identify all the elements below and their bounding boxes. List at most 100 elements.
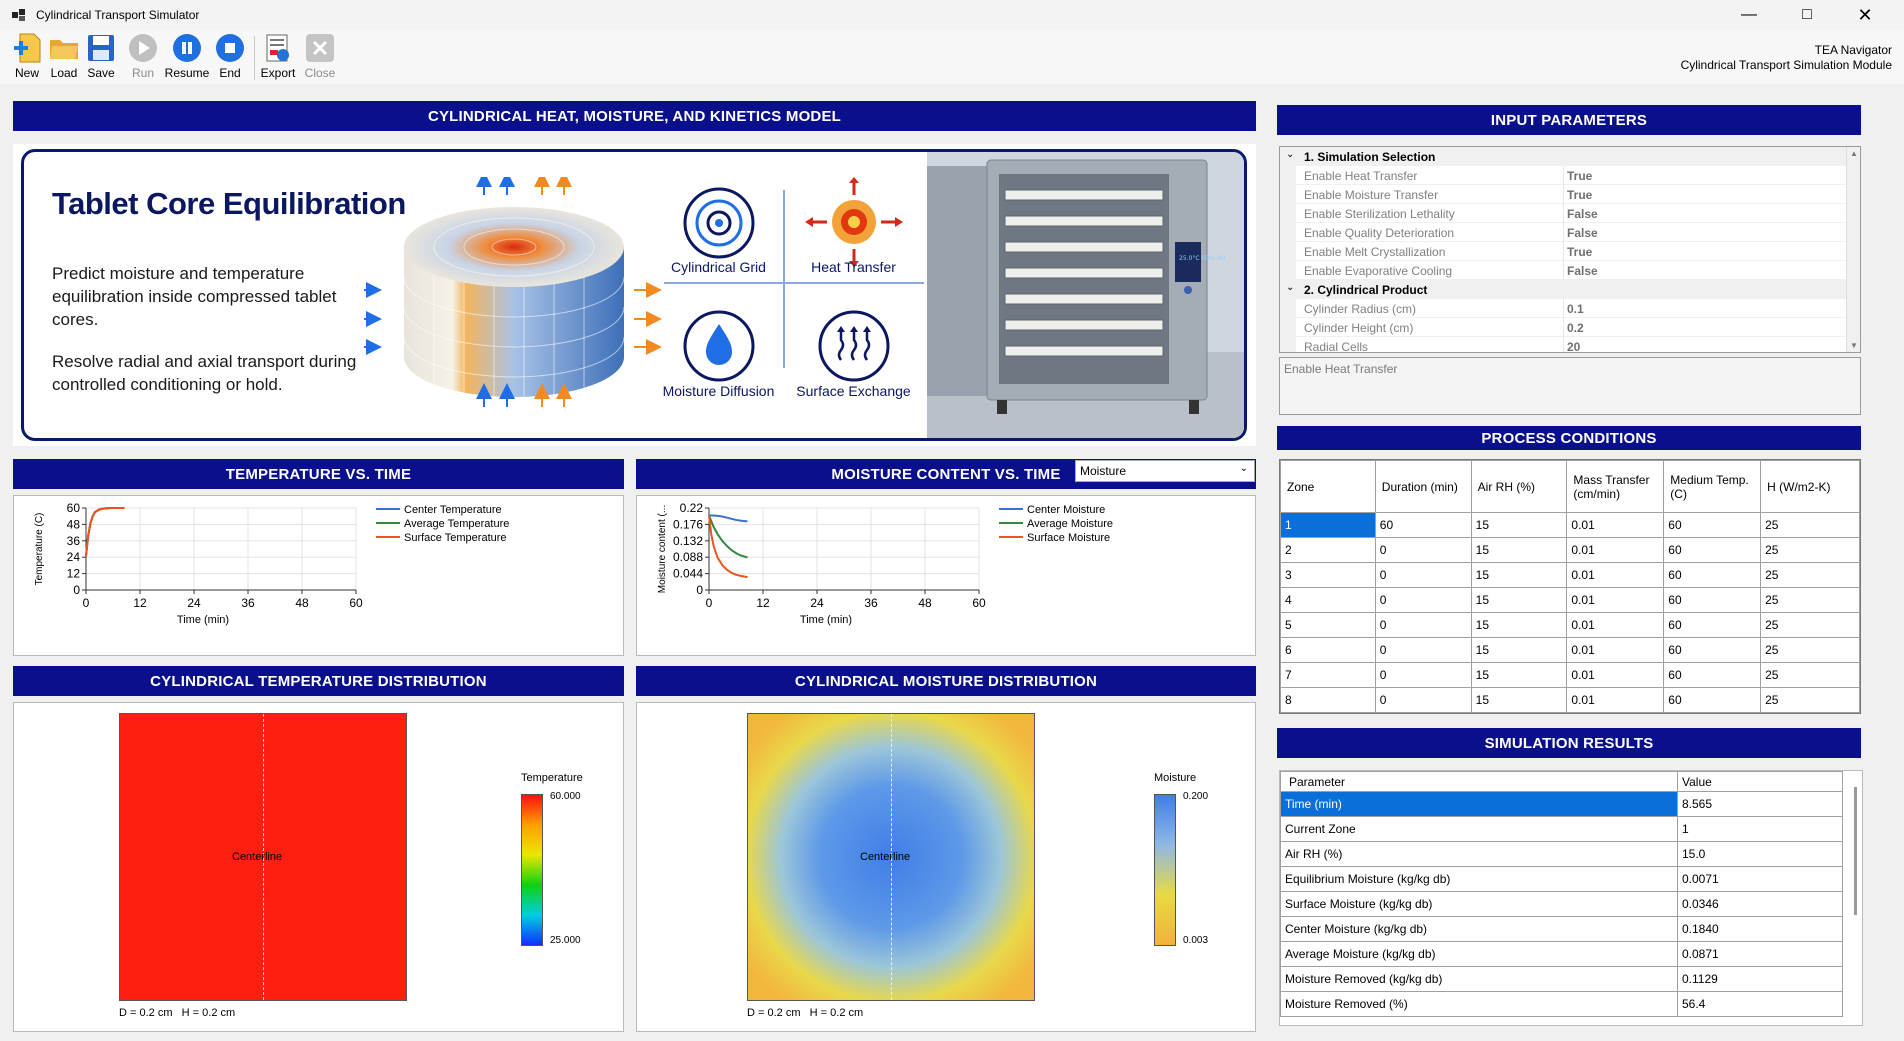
process-cell[interactable]: 0.01 [1566,512,1665,538]
resume-button[interactable]: Resume [165,32,209,80]
results-row[interactable]: Equilibrium Moisture (kg/kg db) 0.0071 [1280,866,1843,892]
property-value[interactable]: 0.1 [1567,302,1584,316]
results-row[interactable]: Air RH (%) 15.0 [1280,841,1843,867]
property-value[interactable]: True [1567,188,1592,202]
property-row[interactable]: Enable Moisture Transfer True [1280,185,1846,204]
process-cell[interactable]: 15 [1470,612,1568,638]
process-cell[interactable]: 60 [1663,637,1762,663]
process-column-header[interactable]: Duration (min) [1374,460,1472,513]
property-row[interactable]: Enable Melt Crystallization True [1280,242,1846,261]
process-cell[interactable]: 25 [1760,662,1860,688]
process-cell[interactable]: 0 [1374,587,1472,613]
process-cell[interactable]: 0.01 [1566,537,1665,563]
results-column-header[interactable]: Parameter [1280,771,1678,792]
process-column-header[interactable]: Air RH (%) [1470,460,1568,513]
process-cell[interactable]: 4 [1280,587,1376,613]
process-cell[interactable]: 60 [1663,512,1762,538]
process-cell[interactable]: 0.01 [1566,687,1665,713]
results-scrollbar[interactable] [1854,787,1857,915]
property-value[interactable]: False [1567,264,1598,278]
process-column-header[interactable]: Medium Temp. (C) [1663,460,1762,513]
process-cell[interactable]: 0 [1374,687,1472,713]
process-row[interactable]: 5 0 15 0.01 60 25 [1280,612,1860,638]
process-cell[interactable]: 15 [1470,687,1568,713]
property-row[interactable]: Enable Sterilization Lethality False [1280,204,1846,223]
process-cell[interactable]: 60 [1663,562,1762,588]
process-cell[interactable]: 25 [1760,687,1860,713]
process-cell[interactable]: 25 [1760,612,1860,638]
process-cell[interactable]: 60 [1663,662,1762,688]
property-row[interactable]: Radial Cells 20 [1280,337,1846,352]
process-cell[interactable]: 25 [1760,562,1860,588]
process-cell[interactable]: 0 [1374,562,1472,588]
process-cell[interactable]: 15 [1470,562,1568,588]
property-value[interactable]: 0.2 [1567,321,1584,335]
process-row[interactable]: 3 0 15 0.01 60 25 [1280,562,1860,588]
property-row[interactable]: Cylinder Radius (cm) 0.1 [1280,299,1846,318]
process-cell[interactable]: 60 [1663,612,1762,638]
minimize-icon[interactable]: — [1720,0,1778,30]
process-cell[interactable]: 0.01 [1566,637,1665,663]
moisture-select[interactable]: Moisture ⌄ [1075,460,1255,482]
process-cell[interactable]: 60 [1374,512,1472,538]
process-cell[interactable]: 15 [1470,512,1568,538]
process-cell[interactable]: 25 [1760,537,1860,563]
process-cell[interactable]: 0 [1374,612,1472,638]
process-cell[interactable]: 25 [1760,637,1860,663]
process-cell[interactable]: 5 [1280,612,1376,638]
process-cell[interactable]: 1 [1280,512,1376,538]
process-cell[interactable]: 60 [1663,537,1762,563]
process-column-header[interactable]: Mass Transfer (cm/min) [1566,460,1665,513]
results-row[interactable]: Time (min) 8.565 [1280,791,1843,817]
process-row[interactable]: 7 0 15 0.01 60 25 [1280,662,1860,688]
property-grid-scrollbar[interactable]: ▲ ▼ [1846,147,1860,352]
results-row[interactable]: Surface Moisture (kg/kg db) 0.0346 [1280,891,1843,917]
process-row[interactable]: 2 0 15 0.01 60 25 [1280,537,1860,563]
results-row[interactable]: Average Moisture (kg/kg db) 0.0871 [1280,941,1843,967]
save-button[interactable]: Save [79,32,123,80]
property-value[interactable]: False [1567,207,1598,221]
process-cell[interactable]: 15 [1470,587,1568,613]
process-cell[interactable]: 60 [1663,587,1762,613]
results-column-header[interactable]: Value [1677,771,1843,792]
process-column-header[interactable]: Zone [1280,460,1376,513]
process-cell[interactable]: 0.01 [1566,662,1665,688]
process-cell[interactable]: 0 [1374,537,1472,563]
property-value[interactable]: True [1567,245,1592,259]
process-cell[interactable]: 7 [1280,662,1376,688]
process-row[interactable]: 4 0 15 0.01 60 25 [1280,587,1860,613]
process-cell[interactable]: 0.01 [1566,612,1665,638]
process-cell[interactable]: 25 [1760,587,1860,613]
process-cell[interactable]: 8 [1280,687,1376,713]
process-row[interactable]: 6 0 15 0.01 60 25 [1280,637,1860,663]
chevron-down-icon[interactable]: ⌄ [1286,149,1294,160]
process-cell[interactable]: 25 [1760,512,1860,538]
process-cell[interactable]: 15 [1470,637,1568,663]
process-cell[interactable]: 15 [1470,537,1568,563]
process-row[interactable]: 1 60 15 0.01 60 25 [1280,512,1860,538]
process-cell[interactable]: 0 [1374,637,1472,663]
property-value[interactable]: False [1567,226,1598,240]
process-column-header[interactable]: H (W/m2-K) [1760,460,1860,513]
property-category[interactable]: ⌄ 2. Cylindrical Product [1280,280,1846,299]
property-row[interactable]: Enable Heat Transfer True [1280,166,1846,185]
end-button[interactable]: End [208,32,252,80]
property-row[interactable]: Enable Quality Deterioration False [1280,223,1846,242]
run-button[interactable]: Run [121,32,165,80]
property-row[interactable]: Cylinder Height (cm) 0.2 [1280,318,1846,337]
property-row[interactable]: Enable Evaporative Cooling False [1280,261,1846,280]
process-cell[interactable]: 2 [1280,537,1376,563]
process-cell[interactable]: 60 [1663,687,1762,713]
process-cell[interactable]: 6 [1280,637,1376,663]
results-row[interactable]: Center Moisture (kg/kg db) 0.1840 [1280,916,1843,942]
process-cell[interactable]: 0.01 [1566,562,1665,588]
property-value[interactable]: 20 [1567,340,1580,352]
process-cell[interactable]: 0.01 [1566,587,1665,613]
property-category[interactable]: ⌄ 1. Simulation Selection [1280,147,1846,166]
property-value[interactable]: True [1567,169,1592,183]
results-row[interactable]: Moisture Removed (%) 56.4 [1280,991,1843,1017]
export-button[interactable]: Export [256,32,300,80]
close-window-icon[interactable]: ✕ [1836,0,1894,30]
scroll-up-icon[interactable]: ▲ [1850,149,1858,158]
maximize-icon[interactable]: □ [1778,0,1836,30]
